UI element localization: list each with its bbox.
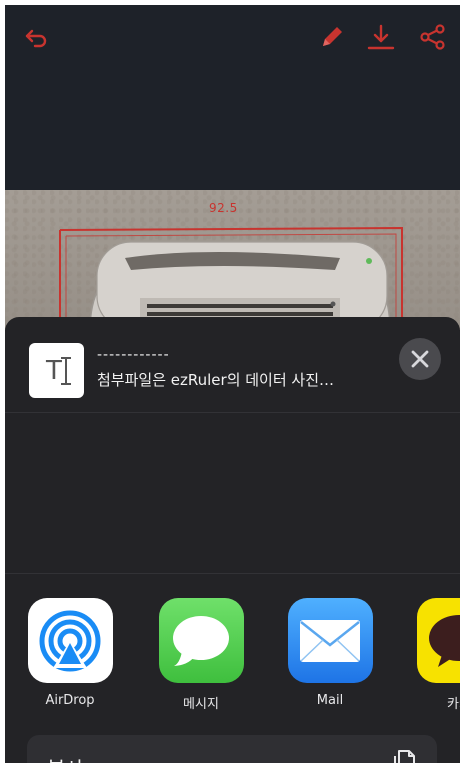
share-app-messages[interactable]: 메시지 <box>158 598 244 712</box>
close-button[interactable] <box>399 338 441 380</box>
share-apps-row: AirDrop 메시지 Mail 카 <box>5 573 460 724</box>
share-app-label: 카카 <box>447 697 460 712</box>
share-app-airdrop[interactable]: AirDrop <box>27 598 113 708</box>
share-app-label: AirDrop <box>45 693 95 708</box>
messages-icon <box>158 598 244 683</box>
share-app-label: 메시지 <box>183 697 219 712</box>
pencil-icon[interactable] <box>318 23 346 51</box>
close-icon <box>411 350 429 368</box>
mail-icon <box>287 598 373 683</box>
copy-label: 복사 <box>47 753 84 763</box>
share-app-kakaotalk[interactable]: 카카 <box>416 598 460 712</box>
kakaotalk-icon <box>416 598 460 683</box>
screen: 92.5 T ------------ 첨부파일은 ezRuler의 데이터 사… <box>5 5 460 763</box>
airdrop-icon <box>27 598 113 683</box>
share-preview-title: ------------ <box>97 347 170 363</box>
copy-icon <box>394 750 415 763</box>
measurement-photo: 92.5 <box>5 190 460 330</box>
undo-icon[interactable] <box>23 23 51 51</box>
measurement-label: 92.5 <box>209 201 238 215</box>
share-app-mail[interactable]: Mail <box>287 598 373 708</box>
share-sheet: T ------------ 첨부파일은 ezRuler의 데이터 사진… Ai… <box>5 317 460 763</box>
share-icon[interactable] <box>419 23 447 51</box>
text-document-icon: T <box>29 343 84 398</box>
download-icon[interactable] <box>367 23 395 51</box>
share-sheet-header: T ------------ 첨부파일은 ezRuler의 데이터 사진… <box>5 317 460 413</box>
share-app-label: Mail <box>316 693 344 708</box>
share-preview-subtitle: 첨부파일은 ezRuler의 데이터 사진… <box>97 371 335 389</box>
editor-toolbar <box>5 5 460 190</box>
copy-action-row[interactable]: 복사 <box>27 735 437 763</box>
